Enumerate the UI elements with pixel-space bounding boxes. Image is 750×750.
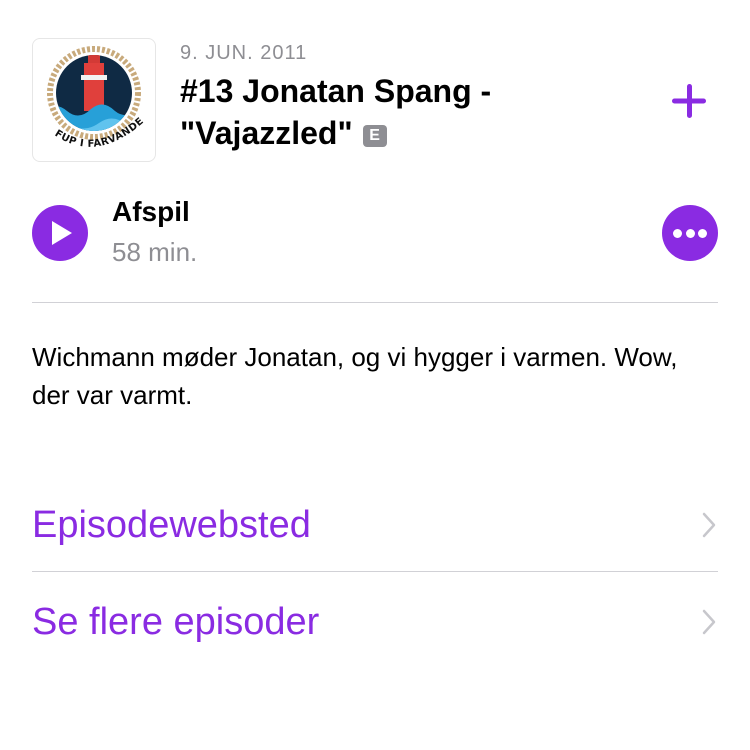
lighthouse-tower <box>84 63 104 111</box>
episode-date: 9. JUN. 2011 <box>180 42 308 64</box>
explicit-badge: E <box>362 125 387 147</box>
more-ellipsis-icon <box>673 229 682 238</box>
more-ellipsis-dot <box>698 229 707 238</box>
more-ellipsis-dot <box>685 229 695 238</box>
episode-duration: 58 min. <box>112 237 198 267</box>
see-more-episodes-link[interactable]: Se flere episoder <box>32 583 718 663</box>
episode-description: Wichmann møder Jonatan, og vi hygger i v… <box>32 342 678 410</box>
plus-icon <box>672 84 706 118</box>
play-label[interactable]: Afspil <box>112 196 190 228</box>
divider <box>32 302 718 303</box>
episode-website-label: Episodewebsted <box>32 504 311 546</box>
episode-title-line-2-wrap: "Vajazzled" E <box>180 112 620 154</box>
play-icon <box>52 221 72 245</box>
episode-title: #13 Jonatan Spang - "Vajazzled" E <box>180 70 620 154</box>
more-options-button[interactable] <box>662 205 718 261</box>
divider <box>32 571 718 572</box>
episode-detail-screen: FUP I FARVANDET 9. JUN. 2011 #13 Jonatan… <box>0 0 750 750</box>
play-button[interactable] <box>32 205 88 261</box>
chevron-right-icon <box>702 512 716 538</box>
episode-title-line-2: "Vajazzled" <box>180 115 353 151</box>
episode-title-line-1: #13 Jonatan Spang - <box>180 73 492 109</box>
episode-website-link[interactable]: Episodewebsted <box>32 486 718 566</box>
chevron-right-icon <box>702 609 716 635</box>
podcast-logo-image: FUP I FARVANDET <box>33 39 146 150</box>
podcast-artwork[interactable]: FUP I FARVANDET <box>32 38 156 162</box>
see-more-episodes-label: Se flere episoder <box>32 601 320 643</box>
add-to-library-button[interactable] <box>666 78 712 124</box>
